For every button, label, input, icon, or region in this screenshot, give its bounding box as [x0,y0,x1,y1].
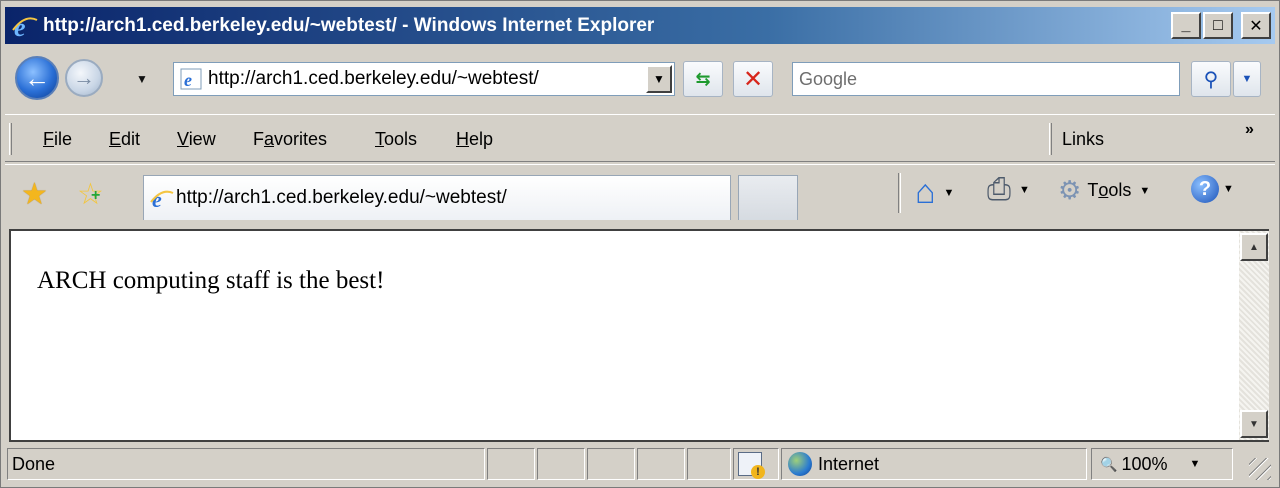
tab-command-bar: ★ ☆ + e http://arch1.ced.berkeley.edu/~w… [5,164,1275,226]
title-bar[interactable]: e http://arch1.ced.berkeley.edu/~webtest… [5,7,1275,44]
add-plus-icon: + [91,187,101,204]
svg-text:e: e [184,70,192,90]
home-dropdown-icon[interactable]: ▼ [944,187,955,199]
toolbar-grip[interactable] [9,123,12,155]
zoom-control[interactable]: 🔍 100% ▼ [1091,448,1233,480]
status-pane-5 [687,448,731,480]
links-toolbar-label[interactable]: Links [1062,129,1104,150]
menu-favorites[interactable]: Favorites [253,129,327,150]
browser-window: e http://arch1.ced.berkeley.edu/~webtest… [0,0,1280,488]
print-dropdown-icon[interactable]: ▼ [1019,184,1030,196]
help-button[interactable]: ? ▼ [1191,175,1234,203]
address-bar[interactable]: e http://arch1.ced.berkeley.edu/~webtest… [173,62,675,96]
recent-pages-dropdown[interactable]: ▼ [136,72,148,86]
status-pane-3 [587,448,635,480]
address-input[interactable]: http://arch1.ced.berkeley.edu/~webtest/ [208,68,539,90]
zone-label: Internet [818,453,880,474]
zoom-level: 100% [1121,453,1168,474]
search-options-dropdown[interactable]: ▼ [1233,61,1261,97]
menu-help[interactable]: Help [456,129,493,150]
scroll-up-button[interactable]: ▲ [1240,233,1268,261]
refresh-button[interactable]: ⇆ [683,61,723,97]
links-grip[interactable] [1049,123,1052,155]
new-tab-button[interactable] [738,175,798,220]
gear-icon: ⚙ [1058,175,1082,205]
page-content[interactable]: ARCH computing staff is the best! ▲ ▼ [9,229,1269,442]
menu-view[interactable]: View [177,129,216,150]
status-pane-2 [537,448,585,480]
stop-button[interactable]: ✕ [733,61,773,97]
search-input[interactable]: Google [792,62,1180,96]
help-icon: ? [1191,175,1219,203]
window-title: http://arch1.ced.berkeley.edu/~webtest/ … [43,14,655,36]
scroll-down-button[interactable]: ▼ [1240,410,1268,438]
status-text: Done [7,448,485,480]
search-button[interactable]: ⚲ [1191,61,1231,97]
zoom-icon: 🔍 [1100,455,1118,472]
status-pane-4 [637,448,685,480]
minimize-button[interactable]: _ [1171,12,1201,39]
tab-active[interactable]: e http://arch1.ced.berkeley.edu/~webtest… [143,175,731,220]
forward-button[interactable]: → [65,59,103,97]
forward-arrow-icon: → [73,65,95,90]
print-button[interactable]: ⎙ ▼ [987,173,1030,207]
back-arrow-icon: ← [24,63,50,93]
refresh-icon: ⇆ [695,68,711,89]
menu-tools[interactable]: Tools [375,129,417,150]
page-icon: e [180,68,202,90]
popup-blocked-icon[interactable] [738,452,765,479]
search-icon: ⚲ [1203,68,1219,91]
home-button[interactable]: ⌂ ▼ [915,173,954,212]
status-pane-1 [487,448,535,480]
ie-logo-icon: e [11,12,39,42]
internet-globe-icon [788,452,812,476]
security-zone-pane[interactable]: Internet [781,448,1087,480]
favorites-center-star-icon[interactable]: ★ [21,177,48,212]
tools-dropdown-icon: ▼ [1139,184,1151,197]
tab-page-icon: e [150,186,174,212]
command-bar-separator [898,173,901,213]
back-button[interactable]: ← [15,56,59,100]
close-button[interactable]: ✕ [1241,12,1271,39]
home-icon: ⌂ [915,173,936,211]
address-dropdown-button[interactable]: ▼ [646,65,672,93]
vertical-scrollbar[interactable]: ▲ ▼ [1239,231,1269,440]
menu-edit[interactable]: Edit [109,129,140,150]
resize-grip[interactable] [1249,458,1271,480]
menu-bar: File Edit View Favorites Tools Help Link… [5,114,1275,162]
maximize-button[interactable]: □ [1203,12,1233,39]
tab-title: http://arch1.ced.berkeley.edu/~webtest/ [176,187,507,208]
more-chevron-icon[interactable]: » [1245,121,1254,139]
tools-button[interactable]: ⚙ To ols ▼ [1058,175,1150,206]
status-bar: Done Internet 🔍 100% ▼ [5,444,1275,484]
menu-file[interactable]: File [43,129,72,150]
help-dropdown-icon: ▼ [1223,183,1234,195]
zoom-dropdown-icon[interactable]: ▼ [1189,458,1200,470]
navigation-bar: ← → ▼ e http://arch1.ced.berkeley.edu/~w… [5,47,1275,109]
popup-blocker-pane[interactable] [733,448,779,480]
printer-icon: ⎙ [987,173,1011,206]
stop-icon: ✕ [742,65,764,93]
page-body-text: ARCH computing staff is the best! [37,267,385,294]
